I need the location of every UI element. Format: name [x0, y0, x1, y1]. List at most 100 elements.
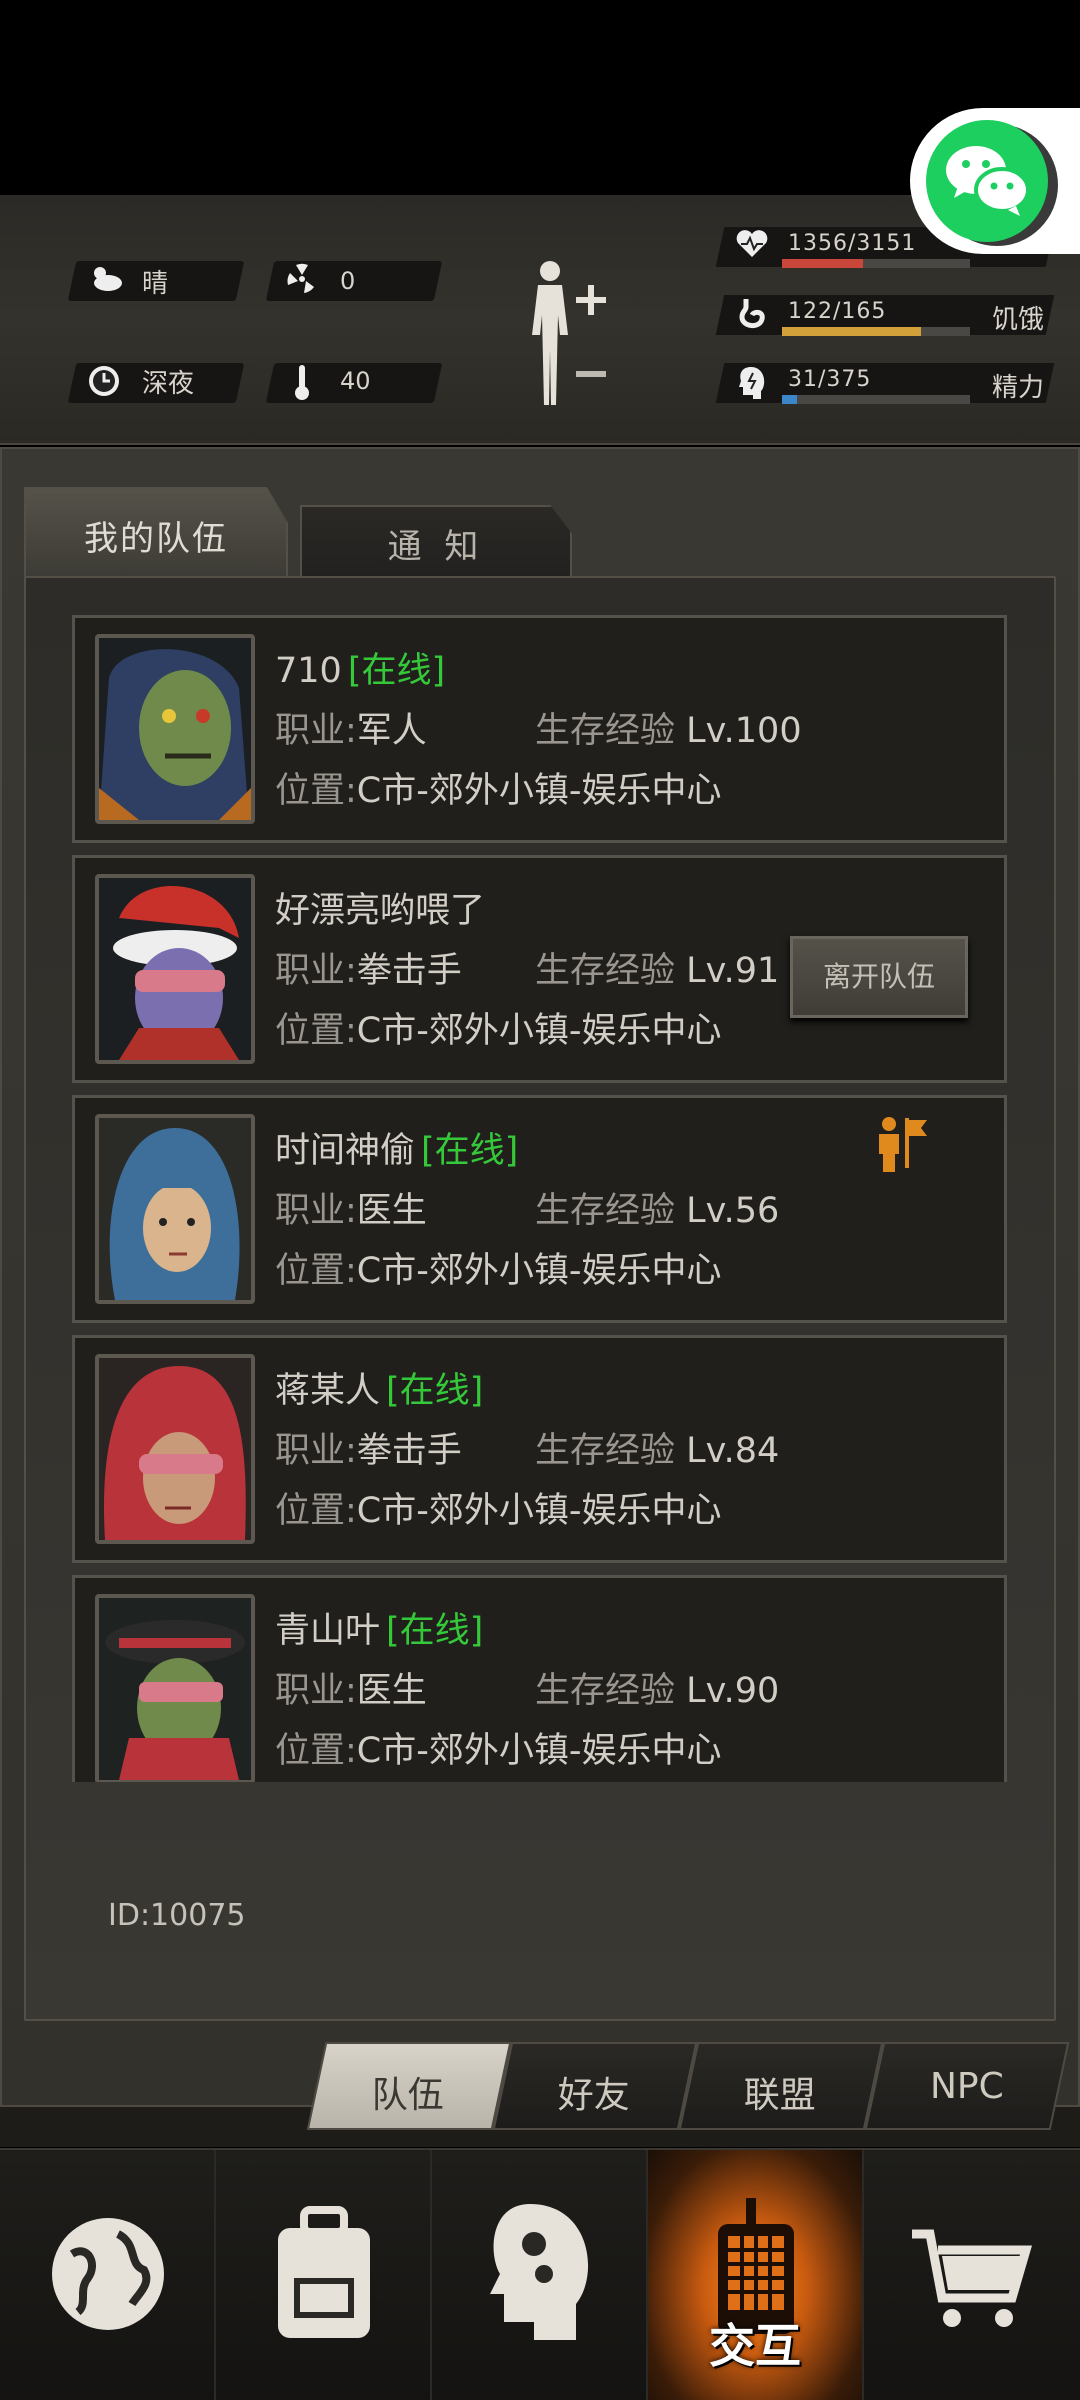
online-status: [在线]: [386, 1371, 484, 1411]
exp-label: 生存经验: [535, 951, 676, 991]
member-card[interactable]: 青山叶 [在线] 职业:医生 生存经验 Lv.90 位置:C市-郊外小镇-娱乐中心: [72, 1575, 1007, 1782]
location-value: C市-郊外小镇-娱乐中心: [356, 1251, 722, 1291]
backpack-icon: [264, 2194, 384, 2344]
exp-label: 生存经验: [535, 1191, 676, 1231]
nav-shop[interactable]: [864, 2150, 1080, 2400]
subtab-npc-label: NPC: [930, 2066, 1004, 2107]
exp-label: 生存经验: [535, 1431, 676, 1471]
cart-icon: [912, 2194, 1032, 2344]
location-value: C市-郊外小镇-娱乐中心: [356, 1491, 722, 1531]
online-status: [在线]: [386, 1611, 484, 1651]
hunger-label: 饥饿: [991, 305, 1044, 335]
member-name: 好漂亮哟喂了: [275, 891, 486, 931]
online-status: [在线]: [347, 651, 446, 691]
globe-icon: [48, 2194, 168, 2344]
leader-flag-icon: [875, 1114, 929, 1174]
job-value: 拳击手: [356, 951, 462, 991]
body-figure-icon[interactable]: [520, 255, 620, 415]
weather-sun-cloud-icon: [86, 263, 122, 299]
health-value: 1356/3151: [788, 231, 917, 256]
level-value: Lv.84: [686, 1431, 780, 1471]
member-card[interactable]: 时间神偷 [在线] 职业:医生 生存经验 Lv.56 位置:C市-郊外小镇-娱乐中…: [72, 1095, 1007, 1323]
location-label: 位置:: [275, 1491, 357, 1531]
level-value: Lv.56: [686, 1191, 780, 1231]
location-label: 位置:: [275, 771, 357, 811]
member-name: 蒋某人: [275, 1371, 381, 1411]
radiation-value: 0: [340, 267, 356, 295]
tab-notice[interactable]: 通 知: [300, 505, 572, 577]
online-status: [在线]: [421, 1131, 519, 1171]
location-value: C市-郊外小镇-娱乐中心: [356, 1011, 722, 1051]
energy-bar-fill: [782, 395, 798, 404]
exp-label: 生存经验: [535, 711, 676, 751]
job-label: 职业:: [275, 711, 357, 751]
leave-team-button[interactable]: 离开队伍: [790, 936, 968, 1018]
head-gears-icon: [480, 2194, 600, 2344]
bottom-navigation: 交互: [0, 2148, 1080, 2400]
location-label: 位置:: [275, 1731, 357, 1771]
subtab-team-label: 队伍: [371, 2075, 444, 2116]
weather-value: 晴: [142, 268, 169, 299]
avatar: [95, 874, 255, 1064]
hunger-stat: 122/165 饥饿: [715, 295, 1055, 336]
location-label: 位置:: [275, 1251, 357, 1291]
stomach-icon: [734, 297, 770, 333]
energy-value: 31/375: [788, 367, 872, 392]
job-value: 医生: [356, 1191, 427, 1231]
wechat-float-button[interactable]: [910, 108, 1080, 254]
member-name: 710: [275, 651, 342, 691]
clock-icon: [86, 363, 122, 399]
thermometer-icon: [284, 363, 320, 400]
temperature-value: 40: [340, 367, 371, 395]
social-subtabs: 队伍 好友 联盟 NPC: [296, 2042, 1070, 2130]
player-id: ID:10075: [108, 1898, 246, 1933]
member-card[interactable]: 蒋某人 [在线] 职业:拳击手 生存经验 Lv.84 位置:C市-郊外小镇-娱乐中…: [72, 1335, 1007, 1563]
job-label: 职业:: [275, 951, 357, 991]
hunger-value: 122/165: [788, 299, 887, 324]
avatar: [95, 1594, 255, 1782]
nav-skills[interactable]: [432, 2150, 648, 2400]
subtab-friends[interactable]: 好友: [492, 2042, 698, 2130]
team-member-list[interactable]: 710 [在线] 职业:军人 生存经验 Lv.100 位置:C市-郊外小镇-娱乐中…: [72, 615, 1007, 1782]
nav-interact[interactable]: 交互: [648, 2150, 864, 2400]
hunger-bar-fill: [782, 327, 922, 336]
health-bar-fill: [782, 259, 863, 268]
location-value: C市-郊外小镇-娱乐中心: [356, 771, 722, 811]
nav-backpack[interactable]: [216, 2150, 432, 2400]
tab-notice-label: 通 知: [387, 527, 485, 567]
job-value: 医生: [356, 1671, 427, 1711]
job-label: 职业:: [275, 1431, 357, 1471]
member-name: 时间神偷: [275, 1131, 416, 1171]
energy-label: 精力: [991, 373, 1044, 403]
job-label: 职业:: [275, 1671, 357, 1711]
level-value: Lv.90: [686, 1671, 780, 1711]
job-label: 职业:: [275, 1191, 357, 1231]
energy-stat: 31/375 精力: [715, 363, 1055, 404]
wechat-icon: [926, 120, 1048, 242]
subtab-npc[interactable]: NPC: [864, 2042, 1070, 2130]
exp-label: 生存经验: [535, 1671, 676, 1711]
subtab-team[interactable]: 队伍: [306, 2042, 512, 2130]
status-header: 晴 0 深夜 40 1356/3151 122/165 饥饿 31/375 精力: [0, 195, 1080, 445]
location-label: 位置:: [275, 1011, 357, 1051]
tab-my-team[interactable]: 我的队伍: [24, 487, 288, 577]
member-name: 青山叶: [275, 1611, 381, 1651]
subtab-alliance-label: 联盟: [743, 2075, 816, 2116]
radiation-icon: [284, 263, 320, 299]
tab-my-team-label: 我的队伍: [84, 519, 228, 559]
job-value: 军人: [356, 711, 427, 751]
subtab-friends-label: 好友: [557, 2075, 630, 2116]
location-value: C市-郊外小镇-娱乐中心: [356, 1731, 722, 1771]
nav-interact-label: 交互: [709, 2319, 801, 2373]
job-value: 拳击手: [356, 1431, 462, 1471]
level-value: Lv.91: [686, 951, 780, 991]
nav-map[interactable]: [0, 2150, 216, 2400]
avatar: [95, 1114, 255, 1304]
heart-icon: [734, 229, 770, 265]
avatar: [95, 634, 255, 824]
member-card[interactable]: 710 [在线] 职业:军人 生存经验 Lv.100 位置:C市-郊外小镇-娱乐中…: [72, 615, 1007, 843]
brain-icon: [734, 365, 770, 401]
subtab-alliance[interactable]: 联盟: [678, 2042, 884, 2130]
member-card[interactable]: 好漂亮哟喂了 职业:拳击手 生存经验 Lv.91 位置:C市-郊外小镇-娱乐中心…: [72, 855, 1007, 1083]
level-value: Lv.100: [686, 711, 802, 751]
